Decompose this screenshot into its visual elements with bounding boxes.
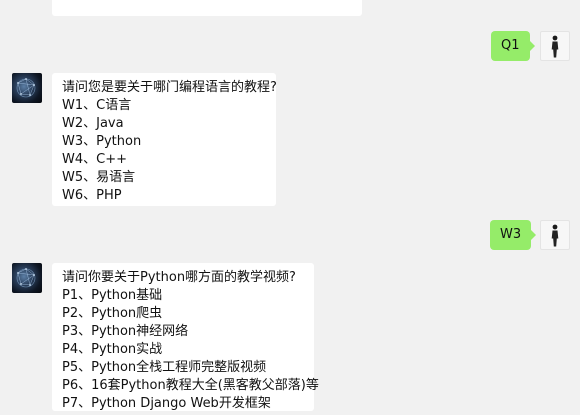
user-avatar[interactable] — [540, 220, 570, 250]
network-globe-icon — [16, 78, 36, 98]
message-line-option: W5、易语言 — [62, 170, 136, 185]
bot-avatar[interactable] — [12, 73, 42, 103]
message-line-option: P1、Python基础 — [62, 288, 163, 303]
message-line-option: P6、16套Python教程大全(黑客教父部落)等 — [62, 378, 319, 393]
message-line-option: W1、C语言 — [62, 98, 132, 113]
message-line-option: W3、Python — [62, 134, 142, 149]
message-line-option: P7、Python Django Web开发框架 — [62, 396, 271, 411]
bot-avatar[interactable] — [12, 263, 42, 293]
network-globe-icon — [16, 268, 36, 288]
message-line-option: P5、Python全栈工程师完整版视频 — [62, 360, 267, 375]
message-text: Q1 — [501, 38, 520, 53]
message-line-option: P4、Python实战 — [62, 342, 163, 357]
person-silhouette-icon — [551, 224, 559, 247]
message-bubble-previous — [52, 0, 362, 16]
message-line-option: P2、Python爬虫 — [62, 306, 163, 321]
message-line-option: W6、PHP — [62, 188, 122, 203]
message-bubble-outgoing-q1[interactable]: Q1 — [491, 31, 534, 61]
person-silhouette-icon — [551, 35, 559, 58]
message-bubble-outgoing-w3[interactable]: W3 — [490, 220, 537, 250]
message-bubble-incoming-languages[interactable]: 请问您是要关于哪门编程语言的教程? W1、C语言 W2、Java W3、Pyth… — [52, 73, 277, 206]
message-line-question: 请问你要关于Python哪方面的教学视频? — [62, 270, 296, 285]
message-bubble-incoming-python-topics[interactable]: 请问你要关于Python哪方面的教学视频? P1、Python基础 P2、Pyt… — [52, 263, 319, 411]
message-text: W3 — [500, 227, 522, 242]
message-line-question: 请问您是要关于哪门编程语言的教程? — [62, 80, 277, 95]
user-avatar[interactable] — [540, 31, 570, 61]
message-line-option: W2、Java — [62, 116, 124, 131]
message-line-option: P3、Python神经网络 — [62, 324, 189, 339]
message-line-option: W4、C++ — [62, 152, 127, 167]
